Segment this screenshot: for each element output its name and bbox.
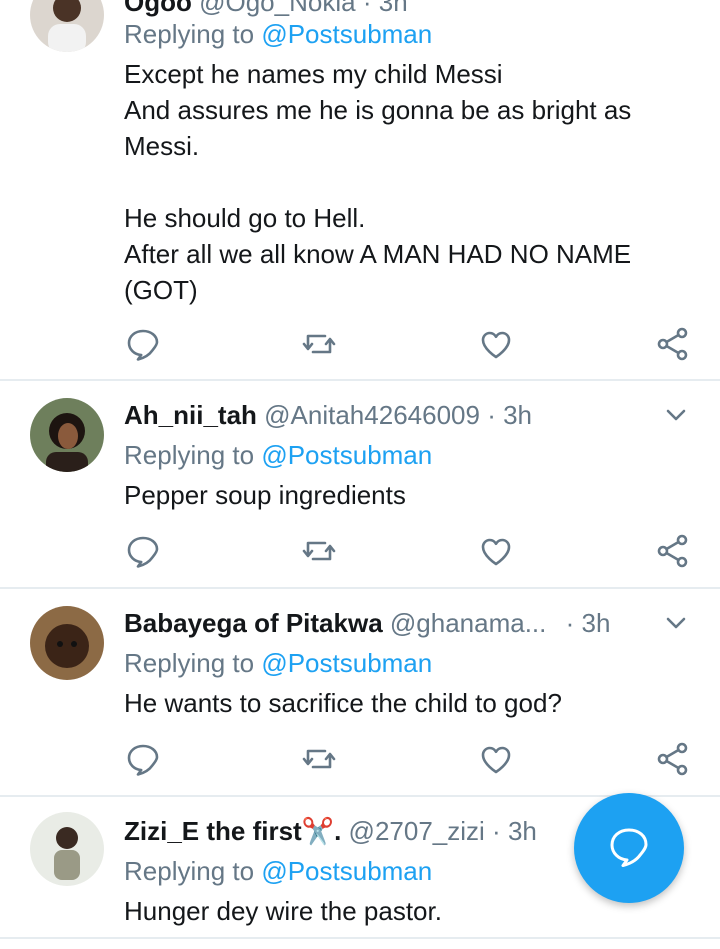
timestamp: 3h <box>503 400 533 430</box>
separator-dot: · <box>362 0 372 17</box>
display-name[interactable]: Babayega of Pitakwa <box>124 608 383 638</box>
timestamp: 3h <box>507 816 537 846</box>
replying-prefix: Replying to <box>124 440 255 470</box>
replying-prefix: Replying to <box>124 856 255 886</box>
reply-icon[interactable] <box>123 739 163 779</box>
tweet-text: Pepper soup ingredients <box>124 480 406 510</box>
user-handle[interactable]: @2707_zizi <box>349 816 485 846</box>
retweet-icon[interactable] <box>299 531 339 571</box>
heart-icon[interactable] <box>476 324 516 364</box>
compose-reply-icon <box>610 828 648 867</box>
avatar[interactable] <box>30 398 104 472</box>
chevron-down-icon[interactable] <box>662 609 690 637</box>
compose-reply-button[interactable] <box>574 793 684 903</box>
tweet-text-line: Except he names my child Messi <box>124 59 503 89</box>
mention-link[interactable]: @Postsubman <box>261 856 432 886</box>
tweet-actions <box>0 531 720 571</box>
timestamp: 3h <box>378 0 408 17</box>
separator-dot: · <box>487 400 496 430</box>
heart-icon[interactable] <box>476 739 516 779</box>
tweet-text-line: After all we all know A MAN HAD NO NAME … <box>124 239 632 305</box>
replying-to: Replying to @Postsubman <box>124 647 432 679</box>
replying-prefix: Replying to <box>124 648 255 678</box>
timestamp: 3h <box>581 608 611 638</box>
separator-dot: · <box>565 608 575 638</box>
tweet-actions <box>0 739 720 779</box>
user-handle[interactable]: @Ogo_Nokia <box>199 0 355 17</box>
user-handle[interactable]: @Anitah42646009 <box>264 400 480 430</box>
avatar[interactable] <box>30 0 104 52</box>
replying-prefix: Replying to <box>124 19 255 49</box>
tweet-text: He wants to sacrifice the child to god? <box>124 688 562 718</box>
tweet-header: Ogoo @Ogo_Nokia · 3h <box>124 0 408 18</box>
share-icon[interactable] <box>653 739 693 779</box>
replying-to: Replying to @Postsubman <box>124 18 432 50</box>
reply-icon[interactable] <box>123 531 163 571</box>
avatar[interactable] <box>30 812 104 886</box>
divider <box>0 379 720 381</box>
name-emoji: ✂️. <box>301 816 342 846</box>
user-handle[interactable]: @ghanama... <box>390 608 546 638</box>
share-icon[interactable] <box>653 324 693 364</box>
share-icon[interactable] <box>653 531 693 571</box>
separator-dot: · <box>492 816 501 846</box>
mention-link[interactable]: @Postsubman <box>261 648 432 678</box>
display-name[interactable]: Ogoo <box>124 0 192 17</box>
tweet-header: Zizi_E the first✂️. @2707_zizi · 3h <box>124 815 537 847</box>
display-name[interactable]: Ah_nii_tah <box>124 400 257 430</box>
chevron-down-icon[interactable] <box>662 401 690 429</box>
retweet-icon[interactable] <box>299 739 339 779</box>
tweet-text-line: And assures me he is gonna be as bright … <box>124 95 632 161</box>
tweet-header: Ah_nii_tah @Anitah42646009 · 3h <box>124 399 532 431</box>
replying-to: Replying to @Postsubman <box>124 855 432 887</box>
avatar[interactable] <box>30 606 104 680</box>
mention-link[interactable]: @Postsubman <box>261 19 432 49</box>
divider <box>0 587 720 589</box>
tweet-text-line: He should go to Hell. <box>124 203 366 233</box>
tweet-text-line <box>124 164 684 200</box>
tweet-text: Except he names my child Messi And assur… <box>124 56 684 308</box>
tweet-text: Hunger dey wire the pastor. <box>124 896 442 926</box>
tweet-header: Babayega of Pitakwa @ghanama... · 3h <box>124 607 610 639</box>
mention-link[interactable]: @Postsubman <box>261 440 432 470</box>
replying-to: Replying to @Postsubman <box>124 439 432 471</box>
tweet-actions <box>0 324 720 364</box>
divider <box>0 937 720 939</box>
heart-icon[interactable] <box>476 531 516 571</box>
display-name[interactable]: Zizi_E the first <box>124 816 302 846</box>
reply-icon[interactable] <box>123 324 163 364</box>
retweet-icon[interactable] <box>299 324 339 364</box>
